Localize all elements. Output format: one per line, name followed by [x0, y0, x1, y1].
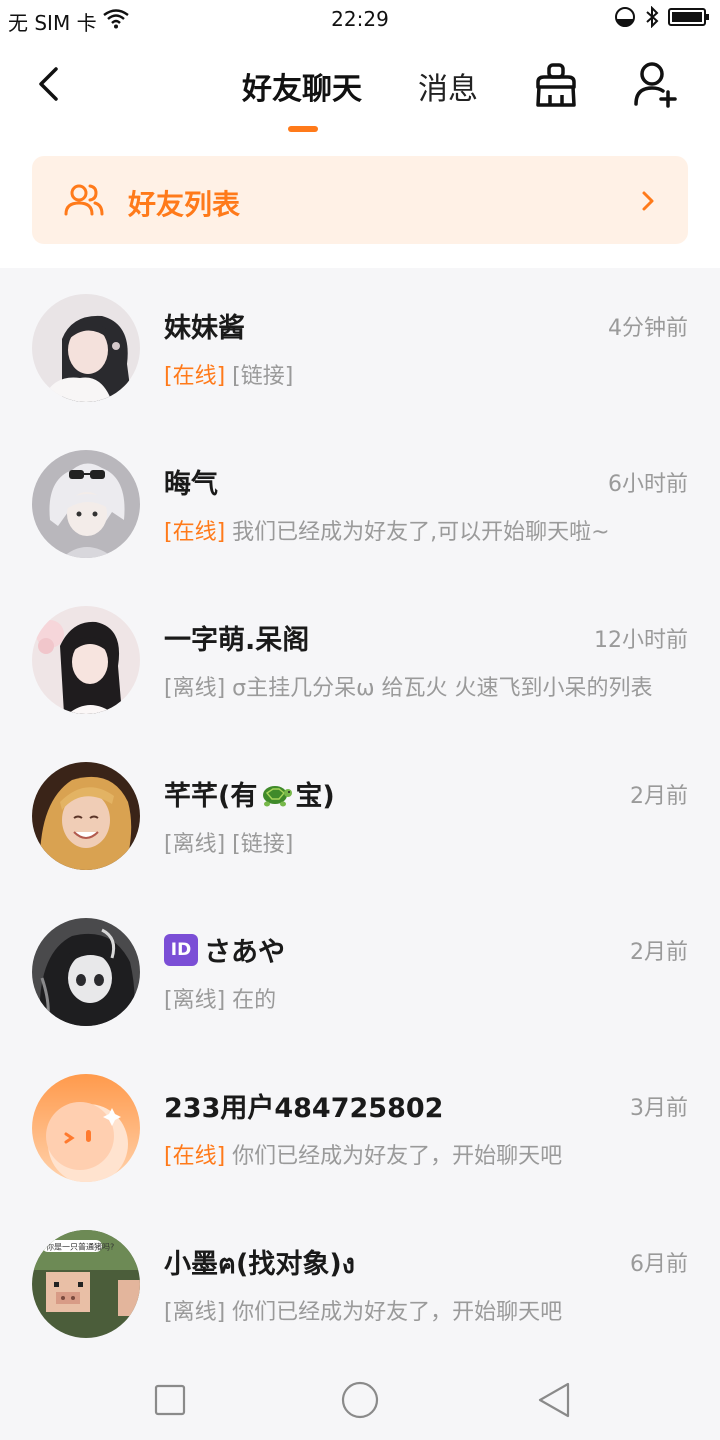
message-preview: [在线] 你们已经成为好友了，开始聊天吧	[164, 1138, 562, 1170]
nav-back-button[interactable]	[534, 1380, 574, 1420]
message-time: 12小时前	[594, 628, 688, 653]
avatar	[32, 762, 140, 870]
message-time: 6小时前	[608, 472, 688, 497]
active-tab-indicator	[288, 126, 318, 132]
chat-item[interactable]: 你是一只普通猪吗? 小墨ฅ(找对象)ง 6月前 [离线] 你们已经成为好友了，开…	[0, 1204, 720, 1360]
message-time: 6月前	[630, 1252, 688, 1277]
contact-name: 晦气	[164, 469, 218, 500]
contact-name-prefix: 芊芊(有	[164, 781, 258, 812]
chat-list: 妹妹酱 4分钟前 [在线] [链接] 晦气 6小时前 [在线] 我们已经成为好友…	[0, 268, 720, 1360]
message-preview: [离线] [链接]	[164, 826, 293, 858]
contact-name: 一字萌.呆阁	[164, 625, 310, 656]
square-icon	[154, 1384, 186, 1416]
recent-apps-button[interactable]	[150, 1380, 190, 1420]
contact-name-text: さあや	[204, 937, 285, 968]
status-right	[614, 5, 710, 33]
circle-icon	[341, 1381, 379, 1419]
online-status: [在线]	[164, 520, 226, 545]
system-navigation-bar	[0, 1360, 720, 1440]
add-user-icon	[634, 62, 677, 108]
chat-item[interactable]: 芊芊(有 宝) 2月前 [离线] [链接]	[0, 736, 720, 892]
chat-item[interactable]: 妹妹酱 4分钟前 [在线] [链接]	[0, 268, 720, 424]
avatar	[32, 450, 140, 558]
clean-button[interactable]	[532, 62, 580, 110]
chat-item[interactable]: ID さあや 2月前 [离线] 在的	[0, 892, 720, 1048]
offline-status: [离线]	[164, 676, 226, 701]
message-time: 3月前	[630, 1096, 688, 1121]
message-text: 在的	[232, 988, 277, 1013]
message-text: 你们已经成为好友了，开始聊天吧	[232, 1300, 563, 1325]
back-button[interactable]	[28, 62, 68, 106]
chevron-right-icon	[642, 191, 654, 211]
message-text: [链接]	[232, 832, 294, 857]
message-text: 你们已经成为好友了，开始聊天吧	[232, 1144, 563, 1169]
chat-item[interactable]: 233用户484725802 3月前 [在线] 你们已经成为好友了，开始聊天吧	[0, 1048, 720, 1204]
message-time: 2月前	[630, 784, 688, 809]
back-arrow-icon	[39, 67, 58, 101]
avatar: 你是一只普通猪吗?	[32, 1230, 140, 1338]
message-preview: [在线] 我们已经成为好友了,可以开始聊天啦~	[164, 514, 610, 546]
message-preview: [离线] σ主挂几分呆ω 给瓦火 火速飞到小呆的列表	[164, 670, 653, 702]
bluetooth-icon	[644, 5, 660, 33]
contact-name: 妹妹酱	[164, 313, 245, 344]
tab-messages[interactable]: 消息	[418, 64, 478, 108]
chat-item[interactable]: 晦气 6小时前 [在线] 我们已经成为好友了,可以开始聊天啦~	[0, 424, 720, 580]
add-friend-button[interactable]	[632, 60, 680, 110]
message-preview: [离线] 你们已经成为好友了，开始聊天吧	[164, 1294, 562, 1326]
contact-name: 233用户484725802	[164, 1093, 444, 1124]
message-preview: [离线] 在的	[164, 982, 276, 1014]
friends-list-button[interactable]: 好友列表	[32, 156, 688, 244]
online-status: [在线]	[164, 364, 226, 389]
message-text: σ主挂几分呆ω 给瓦火 火速飞到小呆的列表	[232, 676, 653, 701]
contact-name: 小墨ฅ(找对象)ง	[164, 1249, 355, 1280]
chat-item[interactable]: 一字萌.呆阁 12小时前 [离线] σ主挂几分呆ω 给瓦火 火速飞到小呆的列表	[0, 580, 720, 736]
clock: 22:29	[331, 7, 389, 31]
friends-list-label: 好友列表	[128, 188, 241, 221]
message-time: 2月前	[630, 940, 688, 965]
avatar-caption: 你是一只普通猪吗?	[46, 1242, 114, 1252]
offline-status: [离线]	[164, 988, 226, 1013]
message-preview: [在线] [链接]	[164, 358, 293, 390]
contact-name-suffix: 宝)	[295, 781, 335, 812]
top-navigation: 好友聊天 消息	[0, 40, 720, 140]
eye-comfort-icon	[614, 6, 636, 33]
id-badge: ID	[164, 933, 198, 966]
contact-name: 芊芊(有 宝)	[164, 774, 335, 813]
avatar	[32, 1074, 140, 1182]
turtle-emoji	[263, 785, 293, 806]
online-status: [在线]	[164, 1144, 226, 1169]
avatar	[32, 294, 140, 402]
home-button[interactable]	[340, 1380, 380, 1420]
battery-icon	[668, 7, 710, 32]
message-text: [链接]	[232, 364, 294, 389]
tab-friend-chat[interactable]: 好友聊天	[242, 64, 362, 108]
avatar	[32, 918, 140, 1026]
offline-status: [离线]	[164, 1300, 226, 1325]
friends-list-section: 好友列表	[0, 140, 720, 268]
broom-icon	[536, 63, 576, 107]
message-text: 我们已经成为好友了,可以开始聊天啦~	[232, 520, 610, 545]
avatar	[32, 606, 140, 714]
contact-name: ID さあや	[164, 930, 285, 969]
status-bar: 无 SIM 卡 22:29	[0, 0, 720, 40]
triangle-back-icon	[538, 1382, 570, 1418]
friends-group-icon	[64, 184, 104, 216]
message-time: 4分钟前	[608, 316, 688, 341]
offline-status: [离线]	[164, 832, 226, 857]
